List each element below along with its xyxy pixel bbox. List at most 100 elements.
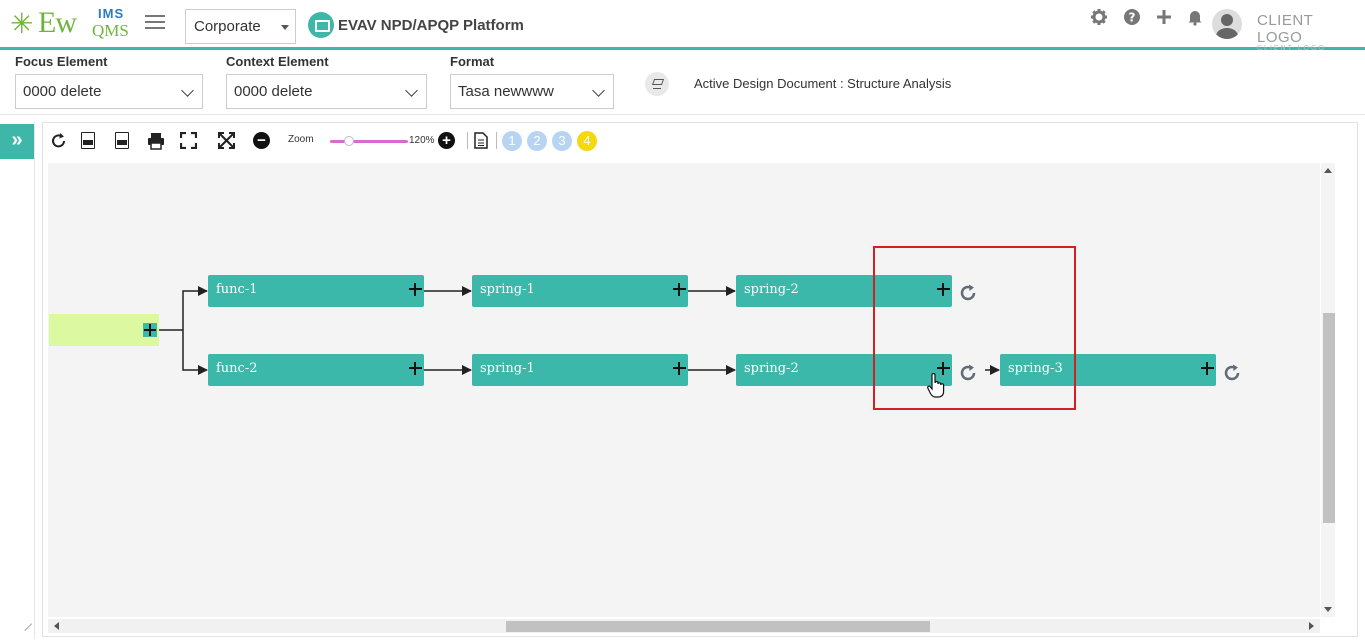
node-func-2[interactable]: func-2 [208, 354, 424, 386]
node-label: spring-2 [744, 282, 799, 297]
toolbar-divider [496, 132, 497, 149]
organization-select-value: Corporate [194, 18, 261, 35]
platform-title-text: EVAV NPD/APQP Platform [338, 16, 524, 34]
export-png-icon[interactable] [115, 132, 129, 149]
node-label: spring-1 [480, 282, 535, 297]
logo-ims-text: IMS [98, 6, 125, 21]
format-group: Format Tasa newwww [450, 53, 614, 109]
document-icon[interactable] [474, 132, 488, 150]
zoom-out-icon[interactable]: − [253, 132, 270, 149]
platform-title: EVAV NPD/APQP Platform [308, 12, 524, 38]
app-header: ✳ Ew IMS QMS Corporate EVAV NPD/APQP Pla… [0, 0, 1365, 52]
refresh-icon[interactable] [959, 364, 977, 382]
resize-handle-icon[interactable] [17, 616, 33, 632]
format-value: Tasa newwww [458, 83, 554, 100]
add-child-plus-icon[interactable] [409, 362, 422, 375]
refresh-icon[interactable] [959, 284, 977, 302]
gear-icon[interactable] [1090, 8, 1108, 26]
menu-toggle-icon[interactable] [145, 15, 165, 31]
chevron-down-icon [592, 84, 605, 97]
scroll-down-icon[interactable] [1324, 607, 1332, 612]
fit-screen-icon[interactable] [179, 131, 198, 150]
focus-element-value: 0000 delete [23, 83, 102, 100]
add-child-plus-icon[interactable] [1201, 362, 1214, 375]
add-child-plus-icon[interactable] [673, 283, 686, 296]
side-rail: » [0, 122, 35, 639]
node-label: spring-2 [744, 361, 799, 376]
caret-down-icon [281, 25, 289, 30]
expand-sidebar-button[interactable]: » [0, 124, 34, 159]
focus-element-label: Focus Element [15, 54, 108, 69]
context-element-value: 0000 delete [234, 83, 313, 100]
client-logo: CLIENT LOGO CLIENT LOGO [1257, 12, 1357, 52]
level-2-button[interactable]: 2 [527, 131, 547, 151]
bell-icon[interactable] [1186, 8, 1204, 26]
zoom-slider[interactable] [330, 136, 408, 146]
focus-element-select[interactable]: 0000 delete [15, 74, 203, 109]
app-logo[interactable]: ✳ Ew IMS QMS [10, 6, 130, 42]
toolbar-divider [467, 132, 468, 149]
node-label: func-1 [216, 282, 258, 297]
level-4-button[interactable]: 4 [577, 131, 597, 151]
organization-select[interactable]: Corporate [185, 9, 296, 44]
filter-bar: Focus Element 0000 delete Context Elemen… [0, 53, 1365, 115]
user-avatar[interactable] [1212, 9, 1242, 39]
focus-element-group: Focus Element 0000 delete [15, 53, 203, 109]
chevron-down-icon [405, 84, 418, 97]
zoom-value: 120% [409, 135, 435, 146]
node-spring-2[interactable]: spring-2 [736, 354, 952, 386]
refresh-icon[interactable] [1223, 364, 1241, 382]
level-3-button[interactable]: 3 [552, 131, 572, 151]
client-logo-subtext: CLIENT LOGO [1257, 45, 1326, 52]
node-spring-2[interactable]: spring-2 [736, 275, 952, 307]
vertical-scrollbar[interactable] [1321, 163, 1335, 617]
scroll-up-icon[interactable] [1324, 168, 1332, 173]
logo-ew-text: Ew [38, 6, 77, 39]
scroll-left-icon[interactable] [54, 622, 59, 630]
focus-element-node[interactable] [49, 314, 159, 346]
node-spring-1[interactable]: spring-1 [472, 354, 688, 386]
monitor-icon [308, 12, 334, 38]
active-design-document: Active Design Document : Structure Analy… [694, 76, 952, 91]
add-icon[interactable] [1155, 8, 1173, 26]
zoom-slider-thumb[interactable] [344, 136, 354, 146]
export-svg-icon[interactable] [81, 132, 95, 149]
zoom-in-icon[interactable]: + [438, 132, 455, 149]
expand-plus-icon[interactable] [143, 323, 157, 337]
connector-lines [159, 286, 1000, 375]
diagram-toolbar: − Zoom 120% + 1 2 3 4 [43, 123, 1357, 159]
add-child-plus-icon[interactable] [937, 283, 950, 296]
svg-text:?: ? [1129, 11, 1136, 25]
format-label: Format [450, 54, 495, 69]
node-label: func-2 [216, 361, 258, 376]
expand-arrows-icon[interactable] [218, 132, 235, 150]
add-child-plus-icon[interactable] [409, 283, 422, 296]
horizontal-scroll-thumb[interactable] [506, 621, 930, 632]
node-func-1[interactable]: func-1 [208, 275, 424, 307]
context-element-label: Context Element [226, 54, 329, 69]
context-element-select[interactable]: 0000 delete [226, 74, 427, 109]
hand-cursor-icon [927, 372, 947, 399]
help-icon[interactable]: ? [1123, 8, 1141, 26]
vertical-scroll-thumb[interactable] [1323, 313, 1335, 523]
horizontal-scrollbar[interactable] [48, 619, 1320, 633]
diagram-canvas[interactable]: func-1 spring-1 spring-2 func-2 spring-1… [48, 163, 1320, 617]
layers-icon[interactable] [645, 72, 669, 96]
node-spring-1[interactable]: spring-1 [472, 275, 688, 307]
chevron-down-icon [181, 84, 194, 97]
diagram-panel: − Zoom 120% + 1 2 3 4 func-1 spring-1 sp… [42, 122, 1358, 637]
node-label: spring-3 [1008, 361, 1063, 376]
context-element-group: Context Element 0000 delete [226, 53, 427, 109]
scroll-right-icon[interactable] [1309, 622, 1314, 630]
format-select[interactable]: Tasa newwww [450, 74, 614, 109]
client-logo-text: CLIENT LOGO [1257, 12, 1314, 46]
refresh-icon[interactable] [51, 132, 67, 150]
print-icon[interactable] [147, 132, 165, 150]
zoom-label: Zoom [288, 134, 314, 145]
level-1-button[interactable]: 1 [502, 131, 522, 151]
add-child-plus-icon[interactable] [673, 362, 686, 375]
node-label: spring-1 [480, 361, 535, 376]
logo-flower-icon: ✳ [10, 8, 34, 39]
node-spring-3[interactable]: spring-3 [1000, 354, 1216, 386]
logo-qms-text: QMS [92, 21, 129, 40]
